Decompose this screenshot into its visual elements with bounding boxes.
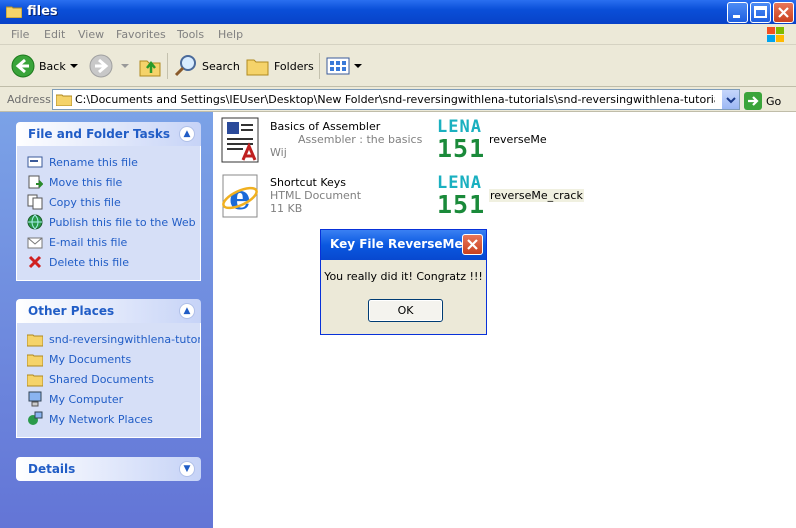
ok-button[interactable]: OK [368,299,443,322]
views-icon [326,57,350,75]
folder-icon [6,6,22,18]
menu-help[interactable]: Help [218,28,243,41]
globe-icon [27,214,43,230]
lena-icon: LENA 151 [437,173,486,219]
dialog-message: You really did it! Congratz !!! [324,270,483,283]
views-dropdown-icon [354,64,362,68]
task-email[interactable]: E-mail this file [27,232,200,252]
search-icon [174,55,196,77]
document-icon [221,117,259,163]
forward-button[interactable] [89,51,113,81]
svg-text:e: e [229,178,251,218]
file-item[interactable]: LENA 151 reverseMe [437,116,577,166]
place-shared-documents[interactable]: Shared Documents [27,369,200,389]
message-dialog: Key File ReverseMe You really did it! Co… [320,229,487,335]
folder-icon [27,354,43,367]
delete-icon [28,255,42,269]
address-path: C:\Documents and Settings\IEUser\Desktop… [75,93,715,106]
back-dropdown-icon[interactable] [70,62,78,70]
menu-favorites[interactable]: Favorites [116,28,166,41]
forward-dropdown-icon[interactable] [121,62,129,70]
dialog-title: Key File ReverseMe [330,237,463,251]
close-button[interactable] [773,2,794,23]
task-move[interactable]: Move this file [27,172,200,192]
task-pane: File and Folder Tasks ▲ Rename this file… [0,112,213,528]
task-publish[interactable]: Publish this file to the Web [27,212,200,232]
maximize-button[interactable] [750,2,771,23]
toolbar: Back Search Folders [0,45,796,87]
views-button[interactable] [326,51,362,81]
address-dropdown-button[interactable] [721,90,739,109]
minimize-button[interactable] [727,2,748,23]
file-list: Basics of Assembler Assembler : the basi… [213,112,796,528]
panel-header[interactable]: Details ▼ [16,457,201,481]
folder-icon [27,374,43,387]
folders-icon [246,59,269,76]
details-panel: Details ▼ [16,457,201,481]
ie-icon: e [222,174,258,218]
back-button[interactable]: Back [11,51,66,81]
menu-bar: File Edit View Favorites Tools Help [0,24,796,45]
file-item[interactable]: LENA 151 reverseMe_crack [437,172,597,222]
task-delete[interactable]: Delete this file [27,252,200,272]
windows-logo-icon [767,27,784,42]
address-label: Address [7,93,51,106]
menu-file[interactable]: File [11,28,29,41]
panel-header[interactable]: File and Folder Tasks ▲ [16,122,201,146]
go-arrow-icon [744,92,762,110]
place-my-computer[interactable]: My Computer [27,389,200,409]
menu-tools[interactable]: Tools [177,28,204,41]
network-icon [28,411,43,425]
place-my-documents[interactable]: My Documents [27,349,200,369]
address-input[interactable]: C:\Documents and Settings\IEUser\Desktop… [52,89,740,110]
email-icon [27,237,43,249]
up-folder-button[interactable] [139,51,161,81]
maximize-icon [754,6,767,18]
collapse-icon[interactable]: ▲ [179,303,195,319]
minimize-icon [733,15,740,18]
back-arrow-icon [11,54,35,78]
folders-button[interactable]: Folders [246,51,314,81]
place-parent-folder[interactable]: snd-reversingwithlena-tutorials [27,329,200,349]
move-icon [28,175,43,189]
computer-icon [28,391,42,407]
address-bar: Address C:\Documents and Settings\IEUser… [0,87,796,112]
go-button[interactable]: Go [744,92,781,110]
window-title: files [27,4,58,19]
up-folder-icon [139,60,161,77]
menu-edit[interactable]: Edit [44,28,65,41]
file-folder-tasks-panel: File and Folder Tasks ▲ Rename this file… [16,122,201,281]
file-item[interactable]: Basics of Assembler Assembler : the basi… [219,116,422,166]
task-copy[interactable]: Copy this file [27,192,200,212]
close-icon [467,239,478,250]
file-item[interactable]: e Shortcut Keys HTML Document 11 KB [219,172,419,222]
window-title-bar[interactable]: files [0,0,796,24]
folder-icon [27,334,43,347]
place-my-network-places[interactable]: My Network Places [27,409,200,429]
collapse-icon[interactable]: ▲ [179,126,195,142]
expand-icon[interactable]: ▼ [179,461,195,477]
forward-arrow-icon [89,54,113,78]
lena-icon: LENA 151 [437,117,486,163]
panel-header[interactable]: Other Places ▲ [16,299,201,323]
copy-icon [27,194,43,210]
task-rename[interactable]: Rename this file [27,152,200,172]
folder-icon [56,94,72,106]
dialog-title-bar[interactable]: Key File ReverseMe [321,230,486,260]
close-icon [778,7,789,18]
chevron-down-icon [726,97,736,104]
other-places-panel: Other Places ▲ snd-reversingwithlena-tut… [16,299,201,438]
search-button[interactable]: Search [174,51,240,81]
dialog-close-button[interactable] [462,234,483,255]
rename-icon [27,156,43,168]
menu-view[interactable]: View [78,28,104,41]
